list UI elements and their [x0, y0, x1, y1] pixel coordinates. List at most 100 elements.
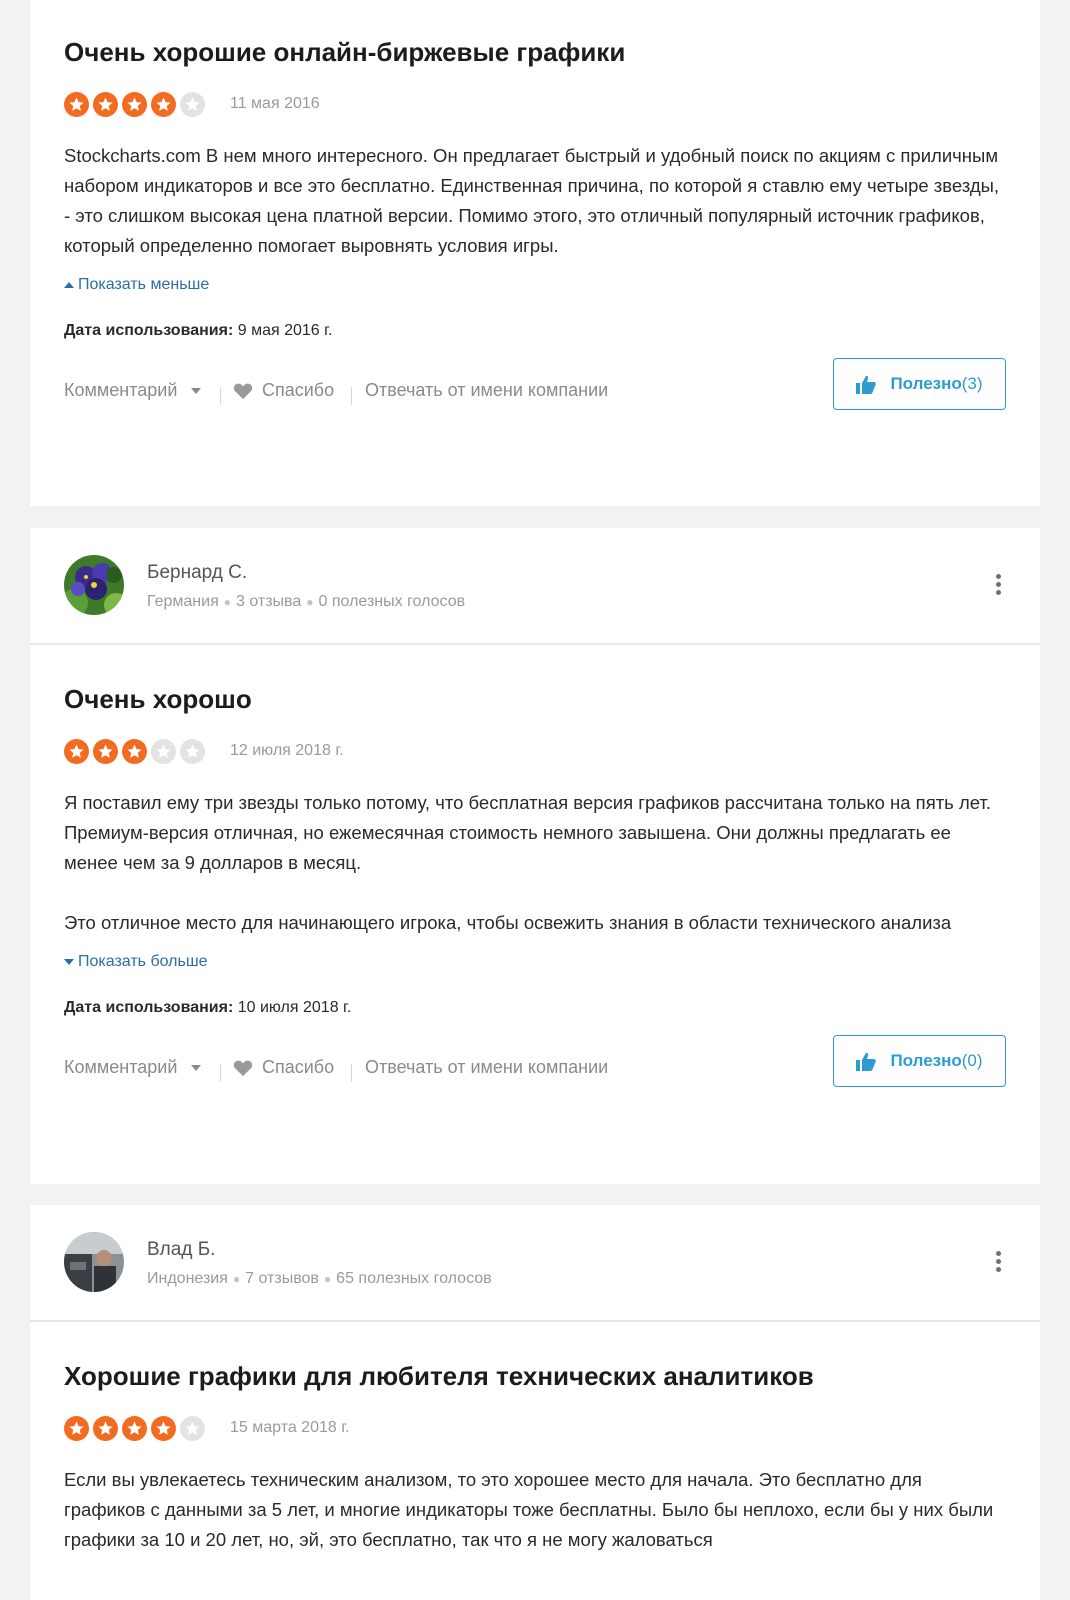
star-empty-icon: [151, 738, 176, 764]
rating-row: 12 июля 2018 г.: [64, 738, 1006, 764]
star-filled-icon: [122, 91, 147, 117]
rating-row: 15 марта 2018 г.: [64, 1415, 1006, 1441]
comment-dropdown[interactable]: Комментарий: [64, 380, 202, 401]
helpful-label: Полезно: [890, 374, 962, 393]
helpful-count: (3): [961, 374, 983, 393]
caret-up-icon: [64, 282, 74, 288]
bullet-separator: ●: [232, 1272, 241, 1286]
heart-icon: [233, 383, 253, 399]
review-text: Я поставил ему три звезды только потому,…: [64, 788, 1006, 938]
helpful-label: Полезно: [890, 1051, 962, 1070]
helpful-count: (0): [961, 1051, 983, 1070]
bullet-separator: ●: [306, 595, 314, 609]
star-filled-icon: [64, 91, 89, 117]
more-options-icon[interactable]: [996, 1251, 1002, 1273]
star-rating: [64, 738, 209, 764]
review-date: 15 марта 2018 г.: [230, 1419, 350, 1436]
review-card: Бернард С. Германия ● 3 отзыва ● 0 полезных …: [30, 528, 1040, 1184]
reviewer-votes: 0 полезных голосов: [318, 593, 466, 610]
caret-down-icon: [64, 959, 74, 965]
review-title: Очень хорошо: [64, 684, 252, 714]
thanks-button[interactable]: Спасибо: [233, 380, 334, 401]
star-filled-icon: [93, 1415, 118, 1441]
review-text: Если вы увлекаетесь техническим анализом…: [64, 1465, 1006, 1555]
star-empty-icon: [180, 738, 205, 764]
star-filled-icon: [93, 738, 118, 764]
chevron-down-icon: [191, 387, 202, 394]
divider: [351, 1064, 352, 1082]
reviewer-name[interactable]: Влад Б.: [147, 1239, 215, 1261]
usage-date: Дата использования: 9 мая 2016 г.: [64, 322, 1006, 340]
thanks-label: Спасибо: [262, 380, 335, 400]
reviewer-votes: 65 полезных голосов: [336, 1270, 492, 1287]
review-card: Влад Б. Индонезия ● 7 отзывов ● 65 полезных …: [30, 1205, 1040, 1600]
star-filled-icon: [151, 1415, 176, 1441]
more-options-icon[interactable]: [996, 574, 1002, 596]
show-less-label: Показать меньше: [78, 276, 210, 293]
show-more-link[interactable]: Показать больше: [64, 953, 1006, 971]
helpful-button[interactable]: Полезно (3): [833, 358, 1006, 410]
avatar[interactable]: [64, 1232, 124, 1292]
usage-date-label: Дата использования:: [64, 999, 234, 1016]
chevron-down-icon: [191, 1064, 202, 1071]
avatar-image: [64, 1232, 124, 1292]
divider: [351, 387, 352, 405]
star-filled-icon: [122, 738, 147, 764]
comment-dropdown[interactable]: Комментарий: [64, 1057, 202, 1078]
divider: [220, 1064, 221, 1082]
review-date: 11 мая 2016: [230, 95, 320, 112]
star-rating: [64, 1415, 209, 1441]
review-title: Хорошие графики для любителя технических…: [64, 1361, 814, 1391]
reply-as-company-link[interactable]: Отвечать от имени компании: [365, 1057, 608, 1078]
star-empty-icon: [180, 91, 205, 117]
reviewer-meta: Германия ● 3 отзыва ● 0 полезных голосов: [147, 593, 465, 611]
thanks-label: Спасибо: [262, 1057, 335, 1077]
avatar-image: [64, 555, 124, 615]
thumbs-up-icon: [856, 1052, 877, 1071]
helpful-button[interactable]: Полезно (0): [833, 1035, 1006, 1087]
usage-date-label: Дата использования:: [64, 322, 234, 339]
comment-label: Комментарий: [64, 1057, 178, 1077]
bullet-separator: ●: [323, 1272, 332, 1286]
review-title: Очень хорошие онлайн-биржевые графики: [64, 37, 626, 67]
reviewer-reviews-count: 7 отзывов: [245, 1270, 319, 1287]
review-paragraph: Если вы увлекаетесь техническим анализом…: [64, 1469, 994, 1550]
star-filled-icon: [64, 738, 89, 764]
star-rating: [64, 91, 209, 117]
review-paragraph: Это отличное место для начинающего игрок…: [64, 912, 952, 933]
reviewer-header: Влад Б. Индонезия ● 7 отзывов ● 65 полезных …: [30, 1205, 1040, 1322]
review-paragraph: Я поставил ему три звезды только потому,…: [64, 792, 991, 873]
star-filled-icon: [151, 91, 176, 117]
review-text: Stockcharts.com В нем много интересного.…: [64, 141, 1006, 261]
review-actions: Комментарий Спасибо Отвечать от имени ко…: [64, 358, 1006, 432]
usage-date: Дата использования: 10 июля 2018 г.: [64, 999, 1006, 1017]
star-filled-icon: [93, 91, 118, 117]
usage-date-value: 9 мая 2016 г.: [237, 322, 333, 339]
avatar[interactable]: [64, 555, 124, 615]
reviewer-meta: Индонезия ● 7 отзывов ● 65 полезных голосов: [147, 1270, 492, 1288]
star-filled-icon: [64, 1415, 89, 1441]
heart-icon: [233, 1060, 253, 1076]
comment-label: Комментарий: [64, 380, 178, 400]
reviewer-reviews-count: 3 отзыва: [235, 593, 302, 610]
usage-date-value: 10 июля 2018 г.: [237, 999, 352, 1016]
show-more-label: Показать больше: [78, 953, 208, 970]
reviewer-name[interactable]: Бернард С.: [147, 562, 247, 584]
divider: [220, 387, 221, 405]
star-filled-icon: [122, 1415, 147, 1441]
reply-as-company-link[interactable]: Отвечать от имени компании: [365, 380, 608, 401]
thanks-button[interactable]: Спасибо: [233, 1057, 334, 1078]
review-actions: Комментарий Спасибо Отвечать от имени ко…: [64, 1035, 1006, 1109]
review-date: 12 июля 2018 г.: [230, 742, 344, 759]
star-empty-icon: [180, 1415, 205, 1441]
review-card: Очень хорошие онлайн-биржевые графики 11…: [30, 0, 1040, 506]
reply-label: Отвечать от имени компании: [365, 380, 609, 400]
reply-label: Отвечать от имени компании: [365, 1057, 609, 1077]
review-body: Очень хорошие онлайн-биржевые графики 11…: [30, 36, 1040, 432]
show-less-link[interactable]: Показать меньше: [64, 276, 1006, 294]
thumbs-up-icon: [856, 375, 877, 394]
review-body: Очень хорошо 12 июля 2018 г. Я поставил …: [30, 683, 1040, 1109]
reviewer-country: Германия: [147, 593, 219, 610]
reviewer-country: Индонезия: [147, 1270, 228, 1287]
review-paragraph: Stockcharts.com В нем много интересного.…: [64, 145, 1000, 256]
